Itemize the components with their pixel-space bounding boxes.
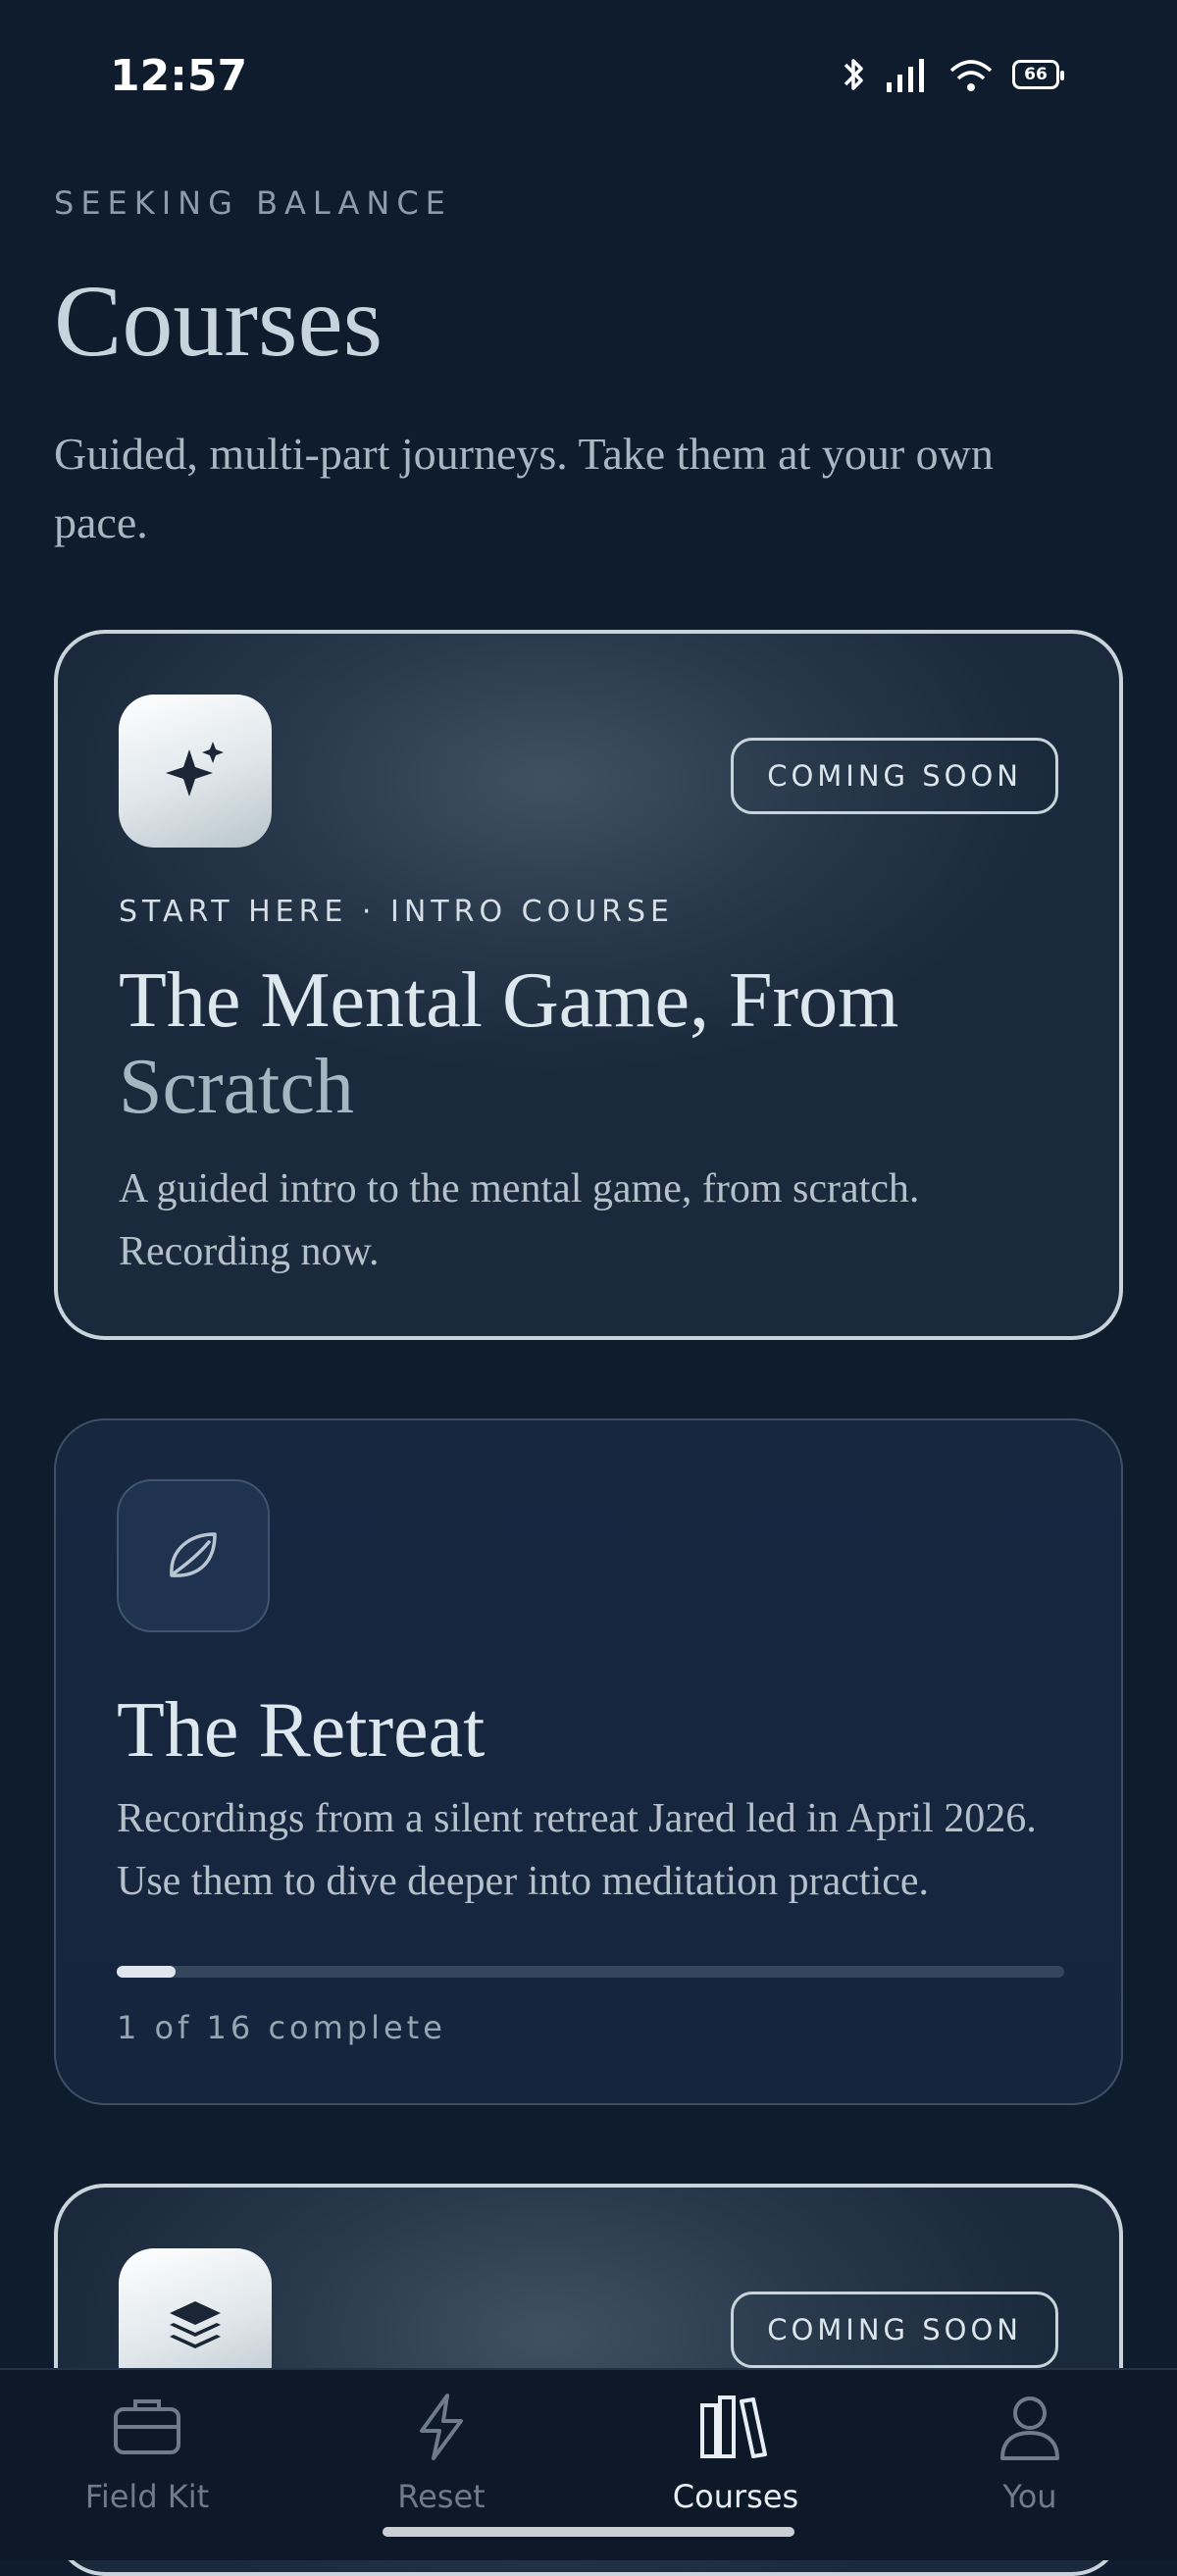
home-indicator[interactable] [383, 2527, 794, 2537]
course-progress-fill [117, 1966, 177, 1978]
nav-label: Field Kit [84, 2478, 210, 2515]
library-icon [700, 2396, 767, 2458]
battery-icon: 66 [1012, 60, 1064, 89]
page-subtitle: Guided, multi-part journeys. Take them a… [54, 429, 994, 547]
course-kicker: START HERE · INTRO COURSE [119, 895, 674, 929]
course-progress-text: 1 of 16 complete [117, 2009, 446, 2046]
course-title: The Retreat [117, 1687, 486, 1774]
course-card-mental-game[interactable]: COMING SOON START HERE · INTRO COURSE Th… [54, 630, 1123, 1340]
section-eyebrow: SEEKING BALANCE [54, 184, 452, 222]
nav-label: Reset [397, 2478, 486, 2515]
course-title-line1: The Mental Game, From [119, 957, 899, 1044]
wifi-icon [949, 60, 993, 91]
nav-label: You [1002, 2478, 1057, 2515]
course-title-line2: Scratch [119, 1044, 354, 1130]
nav-item-you[interactable]: You [912, 2392, 1148, 2515]
course-description: A guided intro to the mental game, from … [119, 1166, 920, 1274]
battery-level: 66 [1024, 65, 1048, 84]
nav-item-reset[interactable]: Reset [324, 2392, 559, 2515]
course-progress-bar [117, 1966, 1064, 1978]
layers-icon [170, 2301, 221, 2348]
course-description: Recordings from a silent retreat Jared l… [117, 1796, 1037, 1904]
coming-soon-badge: COMING SOON [731, 738, 1058, 814]
course-icon-tile [117, 1479, 270, 1632]
status-time: 12:57 [110, 51, 248, 101]
course-icon-tile [119, 695, 272, 848]
nav-item-field-kit[interactable]: Field Kit [29, 2392, 265, 2515]
course-card-retreat[interactable]: The Retreat Recordings from a silent ret… [54, 1418, 1123, 2105]
course-title: The Mental Game, From Scratch [119, 957, 1060, 1130]
status-bar: 12:57 66 [0, 0, 1177, 157]
nav-item-courses[interactable]: Courses [618, 2392, 853, 2515]
nav-label: Courses [672, 2478, 799, 2515]
person-icon [1000, 2396, 1059, 2460]
lightning-icon [420, 2394, 463, 2460]
signal-icon [887, 59, 924, 92]
page-title: Courses [54, 265, 384, 378]
briefcase-icon [114, 2399, 180, 2454]
status-icons: 66 [842, 55, 1064, 94]
coming-soon-badge: COMING SOON [731, 2292, 1058, 2368]
bluetooth-icon [844, 59, 863, 90]
leaf-icon [170, 1532, 217, 1577]
sparkles-icon [166, 742, 224, 797]
